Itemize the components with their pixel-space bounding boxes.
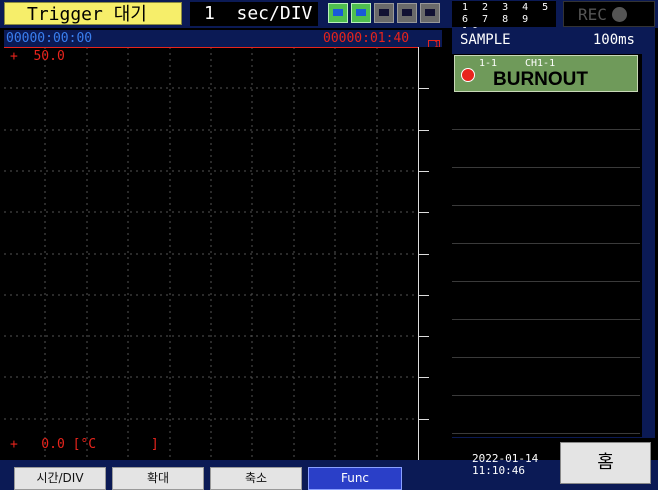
time-end: 00000:01:40 bbox=[323, 31, 410, 46]
scale-tick bbox=[419, 130, 429, 131]
channel-row-empty[interactable] bbox=[452, 359, 640, 396]
channel-id: 1-1 bbox=[479, 58, 498, 69]
channel-number-indicator: 1 2 3 4 5 6 7 8 9 10 bbox=[452, 1, 556, 37]
scale-strip bbox=[418, 47, 442, 460]
channel-row-empty[interactable] bbox=[452, 245, 640, 282]
trigger-line bbox=[4, 47, 418, 48]
channel-name: CH1-1 bbox=[525, 58, 556, 69]
scale-tick bbox=[419, 336, 429, 337]
channel-row-empty[interactable] bbox=[452, 131, 640, 168]
time-start: 00000:00:00 bbox=[6, 31, 93, 46]
memory-icon[interactable] bbox=[374, 3, 394, 23]
network-icon[interactable] bbox=[397, 3, 417, 23]
scale-bottom: + 0.0 [°C ] bbox=[10, 437, 159, 452]
scale-tick bbox=[419, 419, 429, 420]
channel-row[interactable]: 1-1 CH1-1 BURNOUT bbox=[454, 55, 638, 92]
channel-row-empty[interactable] bbox=[452, 321, 640, 358]
time: 11:10:46 bbox=[472, 464, 525, 477]
channel-scrollbar[interactable] bbox=[642, 54, 655, 437]
scale-tick bbox=[419, 212, 429, 213]
channel-row-empty[interactable] bbox=[452, 93, 640, 130]
sample-row[interactable]: SAMPLE 100ms bbox=[452, 28, 655, 52]
rec-label: REC bbox=[578, 5, 607, 24]
mode-icons bbox=[328, 3, 440, 25]
softkey-time-div[interactable]: 시간/DIV bbox=[14, 467, 106, 490]
display-icon[interactable] bbox=[351, 3, 371, 23]
trigger-status: Trigger 대기 bbox=[4, 2, 182, 25]
channel-row-empty[interactable] bbox=[452, 207, 640, 244]
scale-tick bbox=[419, 88, 429, 89]
channel-panel: SAMPLE 100ms 1-1 CH1-1 BURNOUT bbox=[452, 28, 655, 438]
plot-area[interactable]: + 50.0 + 0.0 [°C ] bbox=[4, 47, 418, 460]
grid-lines bbox=[4, 47, 418, 460]
timebase-display[interactable]: 1 sec/DIV bbox=[190, 2, 318, 26]
rec-indicator: REC bbox=[563, 1, 655, 27]
home-button[interactable]: 홈 bbox=[560, 442, 651, 484]
channel-row-empty[interactable] bbox=[452, 169, 640, 206]
channel-value: BURNOUT bbox=[493, 69, 588, 90]
scale-tick bbox=[419, 295, 429, 296]
sample-rate: 100ms bbox=[592, 32, 635, 48]
channel-row-empty[interactable] bbox=[452, 283, 640, 320]
channel-row-empty[interactable] bbox=[452, 397, 640, 434]
scale-tick bbox=[419, 254, 429, 255]
export-icon[interactable] bbox=[420, 3, 440, 23]
channel-list: 1-1 CH1-1 BURNOUT bbox=[452, 54, 655, 437]
sample-label: SAMPLE bbox=[460, 32, 511, 48]
scale-tick bbox=[419, 377, 429, 378]
waveform-panel: 00000:00:00 00000:01:40 1 + 50.0 + 0.0 [… bbox=[4, 30, 442, 460]
channel-numbers-top: 1 2 3 4 5 bbox=[462, 2, 553, 13]
softkey-zoom-out[interactable]: 축소 bbox=[210, 467, 302, 490]
status-bar: Trigger 대기 1 sec/DIV 1 2 3 4 5 6 7 8 9 1… bbox=[0, 0, 658, 37]
datetime: 2022-01-14 11:10:46 bbox=[472, 453, 538, 477]
monitor-icon[interactable] bbox=[328, 3, 348, 23]
record-dot-icon bbox=[612, 7, 627, 22]
status-led-icon bbox=[461, 68, 475, 82]
softkey-zoom-in[interactable]: 확대 bbox=[112, 467, 204, 490]
scale-top: + 50.0 bbox=[10, 49, 65, 64]
softkey-func[interactable]: Func bbox=[308, 467, 402, 490]
scale-tick bbox=[419, 171, 429, 172]
